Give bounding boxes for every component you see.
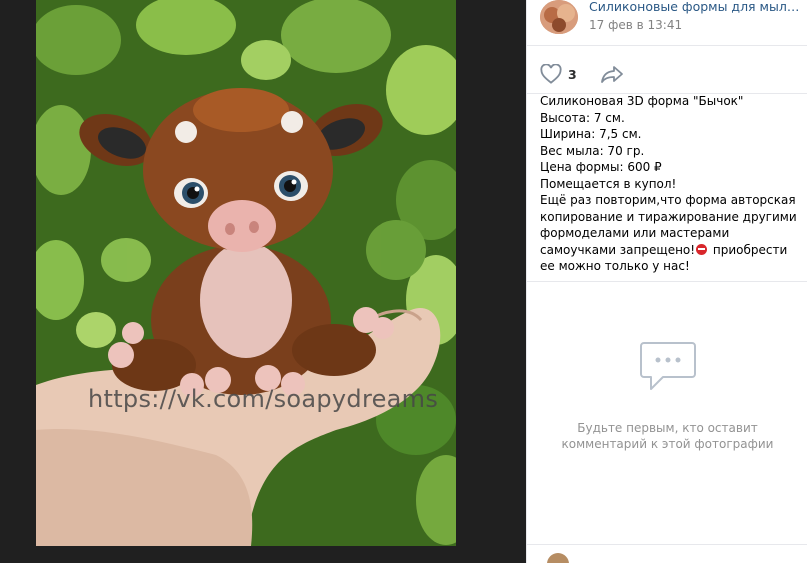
- desc-line: Вес мыла: 70 гр.: [540, 143, 645, 158]
- ban-icon: [696, 243, 708, 255]
- share-arrow-icon: [601, 66, 623, 83]
- desc-line: Силиконовая 3D форма "Бычок": [540, 94, 744, 108]
- photo-watermark: https://vk.com/soapydreams: [88, 385, 439, 413]
- desc-line: Высота: 7 см.: [540, 110, 625, 125]
- empty-comments: Будьте первым, кто оставит комментарий к…: [527, 340, 807, 452]
- desc-paragraph: Ещё раз повторим,что форма авторская коп…: [540, 192, 802, 275]
- photo-pane: https://vk.com/soapydreams: [0, 0, 526, 563]
- author-name-link[interactable]: Силиконовые формы для мыла. М...: [589, 0, 804, 14]
- empty-text-line: Будьте первым, кто оставит: [577, 421, 758, 435]
- divider: [527, 544, 807, 545]
- share-button[interactable]: [600, 64, 624, 84]
- empty-text-line: комментарий к этой фотографии: [561, 437, 774, 451]
- like-count: 3: [568, 66, 577, 82]
- photo-description: Силиконовая 3D форма "Бычок" Высота: 7 с…: [540, 93, 802, 275]
- photo-image: [36, 0, 456, 546]
- photo-viewer: https://vk.com/soapydreams Силиконовые ф…: [0, 0, 807, 563]
- post-date[interactable]: 17 фев в 13:41: [589, 18, 682, 32]
- desc-line: Помещается в купол!: [540, 176, 677, 191]
- author-avatar[interactable]: [540, 0, 578, 34]
- like-button[interactable]: 3: [540, 64, 577, 84]
- comment-bubble-icon: [639, 342, 696, 390]
- post-actions: 3: [527, 56, 807, 94]
- desc-line: Ширина: 7,5 см.: [540, 127, 642, 141]
- post-author-header: Силиконовые формы для мыла. М... 17 фев …: [527, 0, 807, 46]
- photo-info-panel: Силиконовые формы для мыла. М... 17 фев …: [526, 0, 807, 563]
- desc-line: Цена формы: 600 ₽: [540, 160, 662, 174]
- empty-comments-text: Будьте первым, кто оставит комментарий к…: [527, 420, 807, 452]
- photo[interactable]: https://vk.com/soapydreams: [36, 0, 456, 546]
- current-user-avatar: [547, 553, 569, 563]
- divider: [527, 281, 807, 282]
- heart-icon: [540, 64, 562, 84]
